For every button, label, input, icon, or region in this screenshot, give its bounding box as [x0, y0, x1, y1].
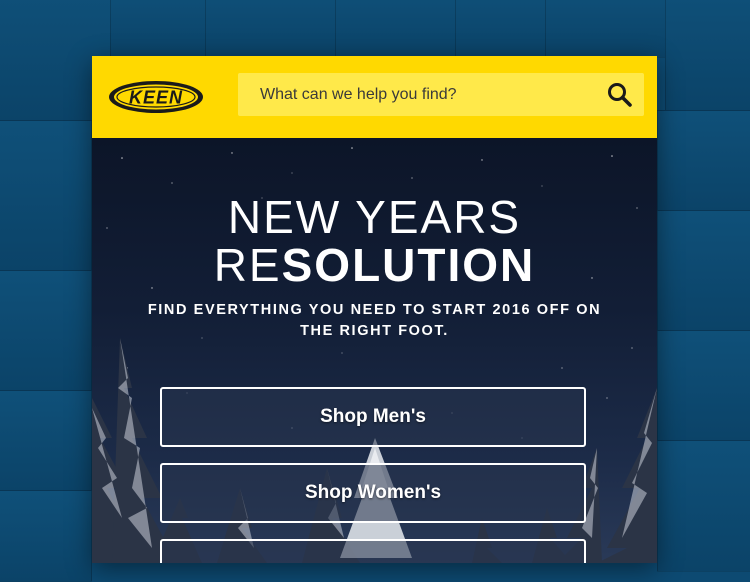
hero-title-bold-part: SOLUTION	[281, 239, 536, 291]
shop-mens-button[interactable]: Shop Men's	[160, 387, 586, 447]
shop-womens-button[interactable]: Shop Women's	[160, 463, 586, 523]
hero-title-line1: NEW YEARS	[227, 191, 522, 243]
site-header: KEEN	[92, 56, 657, 138]
search-icon[interactable]	[606, 81, 634, 109]
hero-title-line2: RESOLUTION	[92, 238, 657, 292]
third-shop-button[interactable]	[160, 539, 586, 563]
hero-banner: NEW YEARS RESOLUTION FIND EVERYTHING YOU…	[92, 138, 657, 563]
hero-title-light-part: RE	[213, 239, 282, 291]
search-bar	[238, 73, 644, 116]
search-input[interactable]	[260, 73, 590, 116]
keen-logo[interactable]: KEEN	[107, 79, 205, 115]
svg-text:KEEN: KEEN	[129, 88, 183, 108]
hero-subtitle: FIND EVERYTHING YOU NEED TO START 2016 O…	[147, 302, 602, 339]
mobile-page: KEEN What can we help you find? NEW YEAR…	[92, 56, 657, 563]
